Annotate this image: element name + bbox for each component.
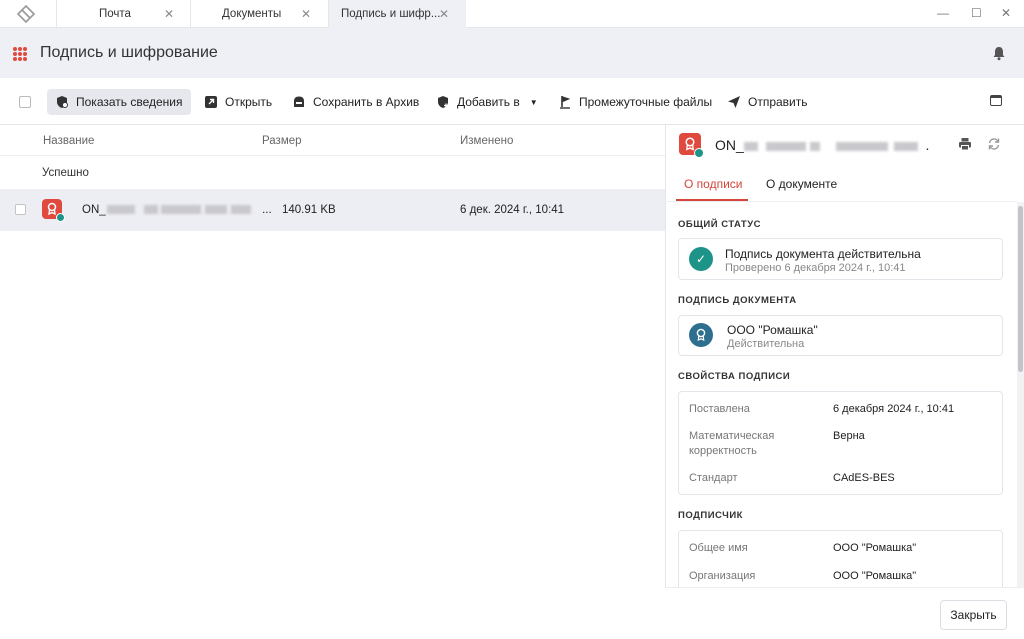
app-logo-icon	[16, 4, 36, 24]
chevron-down-icon: ▼	[529, 97, 538, 107]
intermediate-files-label: Промежуточные файлы	[579, 95, 713, 109]
row-checkbox[interactable]	[15, 204, 26, 215]
section-title-doc-signature: ПОДПИСЬ ДОКУМЕНТА	[678, 295, 797, 306]
section-title-signer: ПОДПИСЧИК	[678, 510, 743, 521]
scrollbar-thumb[interactable]	[1018, 206, 1023, 372]
add-to-button[interactable]: Добавить в ▼	[428, 89, 546, 115]
column-name[interactable]: Название	[43, 135, 94, 147]
minimize-icon[interactable]: —	[937, 6, 949, 20]
flag-icon	[560, 96, 571, 109]
prop-value: 6 декабря 2024 г., 10:41	[833, 403, 955, 415]
page-title: Подпись и шифрование	[40, 44, 218, 61]
signed-document-icon	[42, 199, 65, 222]
tab-signature[interactable]: Подпись и шифр... ✕	[328, 0, 466, 28]
section-title-signature-props: СВОЙСТВА ПОДПИСИ	[678, 371, 791, 382]
signer-name: ООО "Ромашка"	[727, 323, 818, 337]
print-icon[interactable]	[958, 137, 972, 151]
prop-key: Математическая корректность	[689, 430, 775, 457]
prop-value: ООО "Ромашка"	[833, 542, 917, 554]
select-all-checkbox[interactable]	[19, 96, 31, 108]
send-icon	[728, 96, 740, 108]
prop-value: Верна	[833, 430, 865, 442]
file-name: ON_ ...	[82, 204, 272, 216]
save-archive-button[interactable]: Сохранить в Архив	[284, 89, 427, 115]
tab-label: Документы	[222, 8, 282, 20]
certificate-icon	[689, 323, 713, 347]
open-external-icon	[205, 96, 217, 108]
list-header	[0, 125, 665, 156]
bell-icon[interactable]	[991, 45, 1007, 61]
tab-label: Почта	[99, 8, 131, 20]
general-status-checked: Проверено 6 декабря 2024 г., 10:41	[725, 262, 906, 274]
shield-details-icon	[57, 96, 68, 108]
file-name-suffix: ...	[262, 204, 272, 216]
intermediate-files-button[interactable]: Промежуточные файлы	[550, 89, 720, 115]
title-bar: Почта ✕ Документы ✕ Подпись и шифр... ✕ …	[0, 0, 1024, 28]
send-label: Отправить	[748, 95, 808, 109]
panel-toggle-icon[interactable]	[990, 95, 1002, 106]
close-icon[interactable]: ✕	[164, 7, 174, 21]
close-icon[interactable]: ✕	[439, 7, 449, 21]
archive-icon	[294, 96, 304, 107]
prop-value: ООО "Ромашка"	[833, 570, 917, 582]
add-shield-icon	[438, 96, 448, 108]
send-button[interactable]: Отправить	[719, 89, 816, 115]
check-icon: ✓	[689, 247, 713, 271]
prop-key: Поставлена	[689, 403, 750, 415]
file-size: 140.91 KB	[282, 204, 336, 216]
prop-key: Организация	[689, 570, 756, 582]
show-details-label: Показать сведения	[76, 95, 183, 109]
maximize-icon[interactable]: ☐	[971, 6, 982, 20]
open-label: Открыть	[225, 95, 273, 109]
save-archive-label: Сохранить в Архив	[313, 95, 420, 109]
add-to-label: Добавить в	[457, 95, 520, 109]
prop-key: Стандарт	[689, 472, 738, 484]
prop-value: CAdES-BES	[833, 472, 895, 484]
refresh-icon[interactable]	[987, 137, 1001, 151]
section-title-general-status: ОБЩИЙ СТАТУС	[678, 219, 761, 230]
group-label: Успешно	[42, 167, 89, 179]
prop-key: Общее имя	[689, 542, 748, 554]
show-details-button[interactable]: Показать сведения	[47, 89, 191, 115]
tab-documents[interactable]: Документы ✕	[190, 0, 328, 28]
general-status-text: Подпись документа действительна	[725, 247, 921, 261]
open-button[interactable]: Открыть	[196, 89, 280, 115]
signed-document-icon	[679, 133, 704, 158]
tab-about-signature[interactable]: О подписи	[684, 177, 742, 191]
tab-mail[interactable]: Почта ✕	[56, 0, 190, 28]
doc-title-suffix: .	[925, 137, 930, 153]
document-title: ON_ .	[715, 137, 929, 153]
file-name-prefix: ON_	[82, 204, 106, 216]
tab-label: Подпись и шифр...	[341, 8, 441, 20]
tab-about-document[interactable]: О документе	[766, 177, 837, 191]
doc-title-prefix: ON_	[715, 137, 744, 153]
tabs-divider	[665, 201, 1017, 202]
signature-validity: Действительна	[727, 338, 805, 350]
close-icon[interactable]: ✕	[301, 7, 311, 21]
close-button[interactable]: Закрыть	[940, 600, 1007, 630]
window-close-icon[interactable]: ✕	[1001, 6, 1011, 20]
column-size[interactable]: Размер	[262, 135, 302, 147]
apps-grid-icon[interactable]	[13, 47, 27, 61]
file-modified: 6 дек. 2024 г., 10:41	[460, 204, 565, 216]
column-modified[interactable]: Изменено	[460, 135, 513, 147]
